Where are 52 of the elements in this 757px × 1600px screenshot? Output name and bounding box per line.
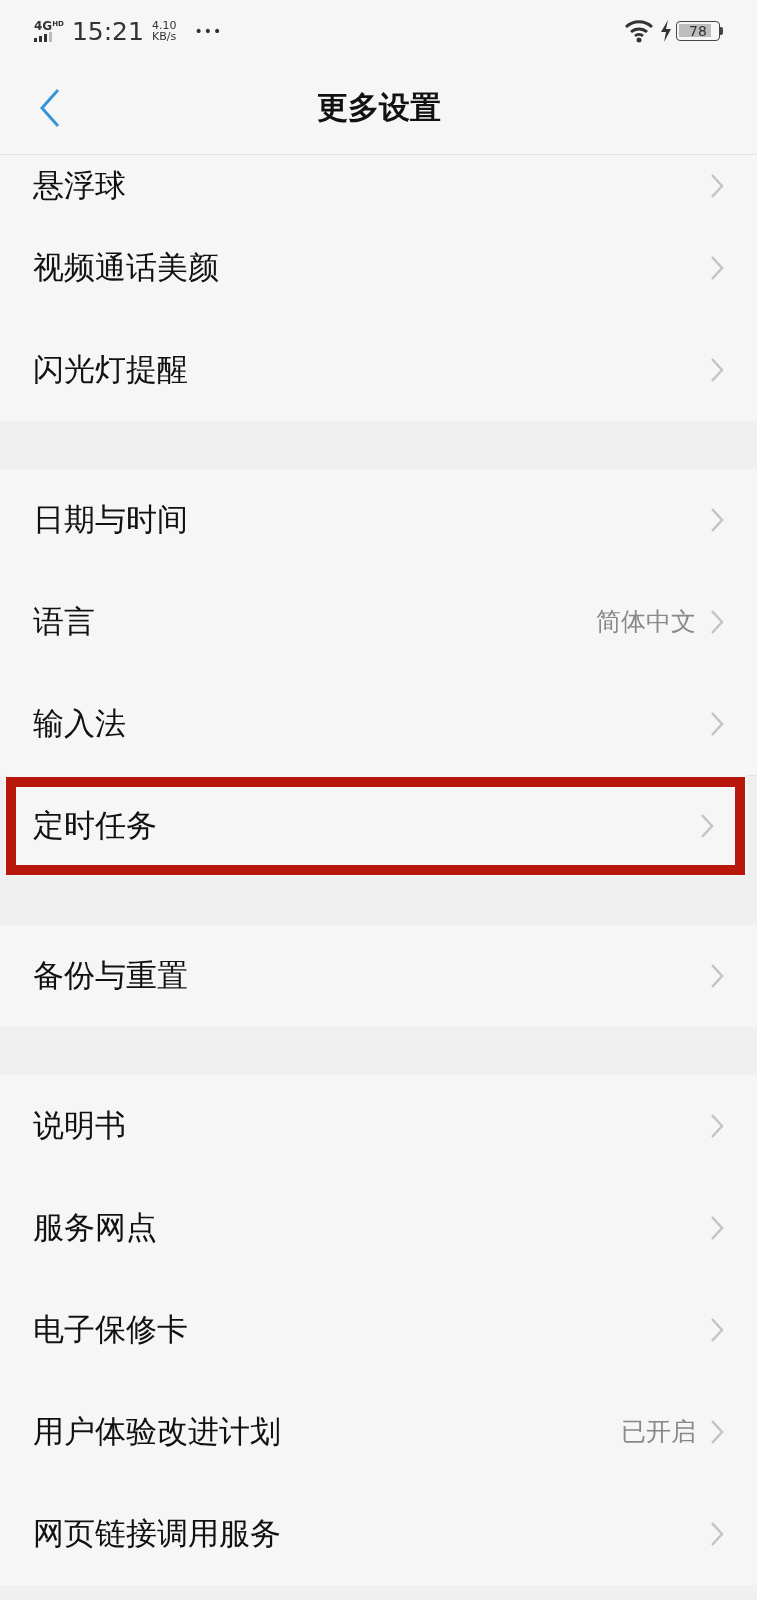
charging-icon [660,20,672,42]
item-label: 视频通话美颜 [33,247,220,287]
chevron-right-icon [700,813,714,839]
more-notifications: ••• [194,23,223,39]
chevron-right-icon [710,1214,724,1241]
signal-icon [34,32,54,42]
chevron-right-icon [710,254,724,281]
settings-item[interactable]: 视频通话美颜 [0,217,757,319]
wifi-icon [624,19,654,43]
network-type: 4G [34,20,53,32]
settings-item[interactable]: 输入法 [0,673,757,775]
settings-item[interactable]: 备份与重置 [0,925,757,1027]
item-label: 日期与时间 [33,499,189,539]
item-label: 网页链接调用服务 [33,1514,282,1553]
chevron-right-icon [710,506,724,533]
settings-item[interactable]: 说明书 [0,1075,757,1177]
settings-item[interactable]: 定时任务 [4,775,747,877]
item-label: 电子保修卡 [33,1309,189,1349]
item-label: 服务网点 [33,1207,158,1247]
settings-item[interactable]: 语言 简体中文 [0,571,757,673]
item-label: 定时任务 [33,806,158,845]
chevron-right-icon [710,963,724,989]
network-speed: 4.10 [151,20,177,31]
settings-item[interactable]: 日期与时间 [0,469,757,571]
chevron-right-icon [710,172,724,199]
chevron-right-icon [710,608,724,635]
clock-time: 15:21 [71,16,144,46]
settings-item[interactable]: 服务网点 [0,1177,757,1279]
settings-item[interactable]: 电子保修卡 [0,1279,757,1381]
item-label: 用户体验改进计划 [33,1411,282,1451]
item-value: 简体中文 [596,606,696,638]
item-label: 悬浮球 [33,165,127,205]
chevron-right-icon [710,357,724,383]
back-icon [39,88,61,128]
settings-item[interactable]: 悬浮球 [0,155,757,217]
chevron-right-icon [710,1521,724,1547]
chevron-right-icon [710,710,724,737]
item-label: 语言 [33,601,96,641]
speed-unit: KB/s [151,31,177,42]
chevron-right-icon [710,1112,724,1139]
settings-item[interactable]: 用户体验改进计划 已开启 [0,1381,757,1483]
settings-item[interactable]: 闪光灯提醒 [0,319,757,421]
item-label: 说明书 [33,1105,127,1145]
item-value: 已开启 [621,1416,696,1448]
page-title: 更多设置 [316,88,441,127]
item-label: 闪光灯提醒 [33,350,189,389]
settings-item[interactable]: 网页链接调用服务 [0,1483,757,1585]
chevron-right-icon [710,1418,724,1445]
chevron-right-icon [710,1316,724,1343]
item-label: 备份与重置 [33,956,189,995]
battery-icon: 78 [676,21,720,41]
item-label: 输入法 [33,703,127,743]
